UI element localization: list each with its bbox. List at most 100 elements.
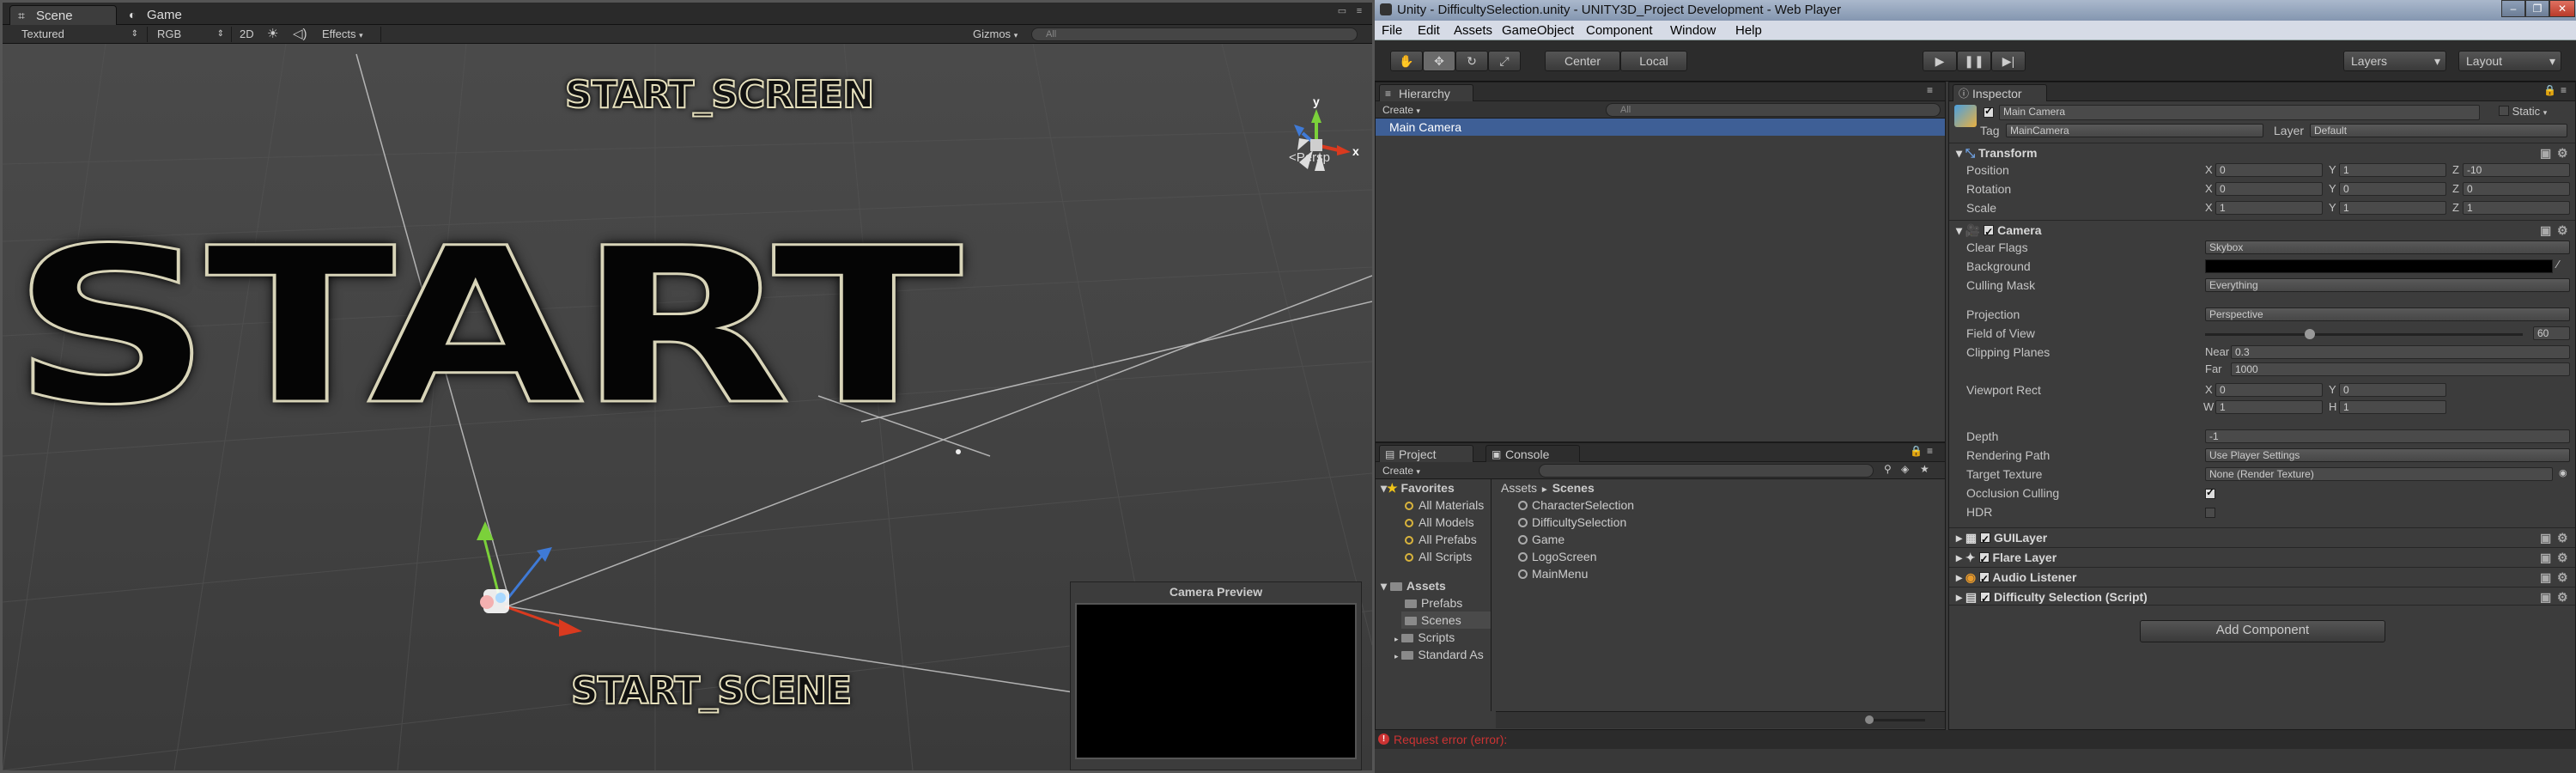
- menu-assets[interactable]: Assets: [1454, 21, 1492, 40]
- lock-icon[interactable]: 🔒: [2543, 84, 2556, 96]
- component-difficulty-selection[interactable]: ▸ ▤ Difficulty Selection (Script) ▣ ⚙: [1949, 587, 2575, 608]
- layers-dropdown[interactable]: Layers ▾: [2343, 51, 2446, 71]
- filter-label-icon[interactable]: ◈: [1901, 463, 1909, 475]
- move-tool-button[interactable]: ✥: [1423, 51, 1455, 71]
- persp-toggle[interactable]: <Persp: [1289, 150, 1330, 165]
- zoom-slider-thumb[interactable]: [1865, 715, 1874, 724]
- panel-menu-icon[interactable]: ≡: [2561, 84, 2567, 96]
- checkbox-icon[interactable]: [1980, 530, 1991, 549]
- tab-hierarchy[interactable]: ≡ Hierarchy: [1379, 84, 1473, 101]
- position-y-field[interactable]: 1: [2339, 163, 2446, 177]
- scene-search-input[interactable]: All: [1031, 27, 1358, 41]
- layer-dropdown[interactable]: Default: [2310, 124, 2567, 137]
- rotation-y-field[interactable]: 0: [2339, 182, 2446, 196]
- gear-icon[interactable]: ⚙: [2557, 528, 2568, 547]
- restore-button[interactable]: ❐: [2525, 0, 2549, 17]
- tree-item[interactable]: All Prefabs: [1405, 531, 1477, 548]
- close-button[interactable]: ✕: [2549, 0, 2575, 17]
- minimize-button[interactable]: –: [2501, 0, 2525, 17]
- file-item[interactable]: LogoScreen: [1518, 548, 1597, 565]
- add-component-button[interactable]: Add Component: [2140, 620, 2385, 642]
- help-icon[interactable]: ▣: [2540, 143, 2551, 162]
- static-toggle[interactable]: Static ▾: [2499, 105, 2547, 118]
- component-guilayer[interactable]: ▸ ▦ GUILayer ▣ ⚙: [1949, 527, 2575, 549]
- project-search-input[interactable]: [1539, 464, 1874, 478]
- projection-dropdown[interactable]: Perspective: [2205, 307, 2570, 321]
- position-z-field[interactable]: -10: [2463, 163, 2570, 177]
- object-name-field[interactable]: Main Camera: [1999, 105, 2480, 120]
- project-create-button[interactable]: Create ▾: [1382, 462, 1420, 479]
- tree-item[interactable]: ▸ Standard As: [1394, 646, 1491, 663]
- viewport-h-field[interactable]: 1: [2339, 400, 2446, 414]
- favorite-star-icon[interactable]: ★: [1920, 463, 1929, 475]
- file-item[interactable]: Game: [1518, 531, 1564, 548]
- maximize-icon[interactable]: ▭: [1337, 6, 1347, 16]
- menu-file[interactable]: File: [1382, 21, 1402, 40]
- menu-edit[interactable]: Edit: [1418, 21, 1440, 40]
- panel-menu-icon[interactable]: ≡: [1927, 445, 1933, 457]
- breadcrumb-leaf[interactable]: Scenes: [1552, 481, 1595, 495]
- far-field[interactable]: 1000: [2231, 362, 2570, 376]
- transform-header[interactable]: ▾ ⤡ Transform ▣ ⚙: [1949, 143, 2575, 161]
- scale-x-field[interactable]: 1: [2215, 201, 2323, 215]
- camera-header[interactable]: ▾ 🎥 Camera ▣ ⚙: [1949, 220, 2575, 241]
- pivot-center-button[interactable]: Center: [1545, 51, 1620, 71]
- component-flare-layer[interactable]: ▸ ✦ Flare Layer ▣ ⚙: [1949, 547, 2575, 569]
- menu-component[interactable]: Component: [1586, 21, 1653, 40]
- rotation-x-field[interactable]: 0: [2215, 182, 2323, 196]
- effects-dropdown[interactable]: Effects ▾: [322, 25, 363, 44]
- tab-game[interactable]: ◐ Game: [121, 5, 216, 25]
- menu-help[interactable]: Help: [1735, 21, 1762, 40]
- menu-window[interactable]: Window: [1670, 21, 1716, 40]
- rotate-tool-button[interactable]: ↻: [1455, 51, 1488, 71]
- tree-item[interactable]: All Scripts: [1405, 548, 1472, 565]
- gear-icon[interactable]: ⚙: [2557, 221, 2568, 240]
- tree-item[interactable]: Scenes: [1401, 612, 1491, 629]
- fov-slider-thumb[interactable]: [2305, 329, 2315, 339]
- help-icon[interactable]: ▣: [2540, 528, 2551, 547]
- position-x-field[interactable]: 0: [2215, 163, 2323, 177]
- tag-dropdown[interactable]: MainCamera: [2006, 124, 2263, 137]
- hierarchy-item[interactable]: Main Camera: [1376, 119, 1945, 136]
- viewport-w-field[interactable]: 1: [2215, 400, 2323, 414]
- scale-z-field[interactable]: 1: [2463, 201, 2570, 215]
- help-icon[interactable]: ▣: [2540, 587, 2551, 606]
- lighting-icon[interactable]: ☀: [267, 25, 278, 44]
- assets-node[interactable]: ▾ Assets: [1381, 577, 1446, 594]
- breadcrumb-root[interactable]: Assets: [1501, 481, 1537, 495]
- culling-mask-dropdown[interactable]: Everything: [2205, 278, 2570, 292]
- tab-inspector[interactable]: ⓘ Inspector: [1953, 84, 2047, 101]
- mode-2d-toggle[interactable]: 2D: [240, 25, 254, 44]
- eyedropper-icon[interactable]: ⁄: [2557, 258, 2559, 271]
- tab-project[interactable]: ▤ Project: [1379, 445, 1473, 462]
- file-item[interactable]: DifficultySelection: [1518, 514, 1626, 531]
- tab-console[interactable]: ▣ Console: [1485, 445, 1580, 462]
- file-item[interactable]: CharacterSelection: [1518, 496, 1634, 514]
- help-icon[interactable]: ▣: [2540, 221, 2551, 240]
- tree-item[interactable]: Prefabs: [1405, 594, 1462, 612]
- depth-field[interactable]: -1: [2205, 429, 2570, 443]
- panel-menu-icon[interactable]: ≡: [1927, 84, 1933, 96]
- pivot-local-button[interactable]: Local: [1620, 51, 1687, 71]
- filter-type-icon[interactable]: ⚲: [1884, 463, 1892, 475]
- hierarchy-search-input[interactable]: All: [1606, 103, 1941, 117]
- file-item[interactable]: MainMenu: [1518, 565, 1588, 582]
- rotation-z-field[interactable]: 0: [2463, 182, 2570, 196]
- hierarchy-create-button[interactable]: Create ▾: [1382, 101, 1420, 119]
- scene-viewport[interactable]: y x START START_SCREEN START_SCENE <Pers…: [3, 44, 1372, 770]
- checkbox-icon[interactable]: [1979, 569, 1990, 588]
- gear-icon[interactable]: ⚙: [2557, 587, 2568, 606]
- camera-enabled-checkbox[interactable]: [1984, 222, 1995, 241]
- pause-button[interactable]: ❚❚: [1957, 51, 1991, 71]
- menu-gameobject[interactable]: GameObject: [1502, 21, 1574, 40]
- shading-dropdown[interactable]: Textured ⇕: [21, 25, 142, 44]
- scale-tool-button[interactable]: ⤢: [1488, 51, 1521, 71]
- layout-dropdown[interactable]: Layout ▾: [2458, 51, 2561, 71]
- play-button[interactable]: ▶: [1923, 51, 1957, 71]
- viewport-x-field[interactable]: 0: [2215, 383, 2323, 397]
- help-icon[interactable]: ▣: [2540, 548, 2551, 567]
- gear-icon[interactable]: ⚙: [2557, 548, 2568, 567]
- tree-item[interactable]: ▸ Scripts: [1394, 629, 1455, 646]
- gear-icon[interactable]: ⚙: [2557, 143, 2568, 162]
- favorites-node[interactable]: ▾★ Favorites: [1381, 479, 1455, 496]
